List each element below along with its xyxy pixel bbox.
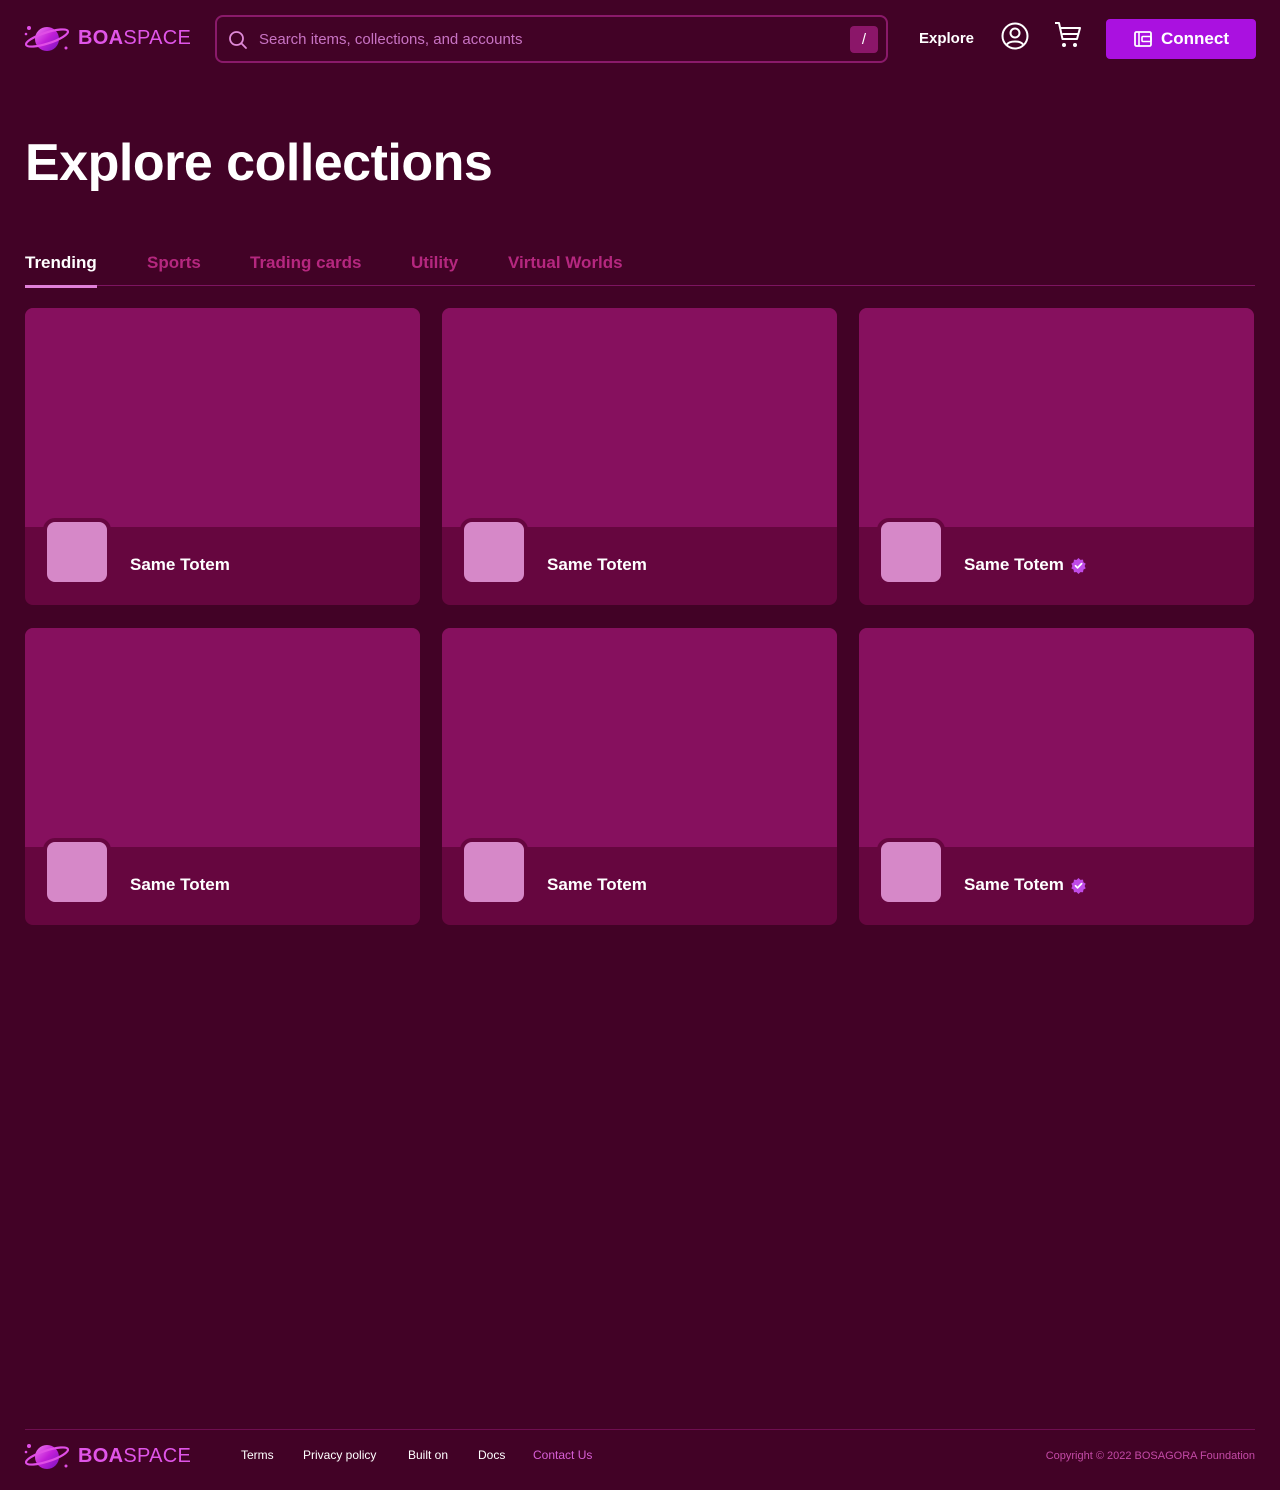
search-shortcut-key: /: [850, 26, 878, 53]
collection-card[interactable]: Same Totem: [442, 308, 837, 605]
collection-name: Same Totem: [130, 555, 230, 574]
tab-trending[interactable]: Trending: [25, 252, 97, 288]
search-icon: [229, 31, 247, 49]
collection-banner-image: [442, 308, 837, 527]
collection-avatar: [877, 838, 945, 906]
collection-avatar: [877, 518, 945, 586]
tab-sports[interactable]: Sports: [147, 252, 201, 285]
wallet-icon: [1134, 31, 1152, 47]
top-nav-bar: BOASPACE / Explore Connect: [0, 0, 1280, 78]
collection-banner-image: [859, 308, 1254, 527]
collection-card[interactable]: Same Totem: [25, 308, 420, 605]
collection-name: Same Totem: [964, 874, 1087, 896]
connect-wallet-button[interactable]: Connect: [1106, 19, 1256, 59]
account-icon[interactable]: [1000, 21, 1030, 51]
connect-label: Connect: [1161, 29, 1229, 48]
brand-wordmark: BOASPACE: [78, 27, 192, 49]
collection-name: Same Totem: [547, 875, 647, 894]
verified-badge-icon: [1071, 877, 1086, 894]
collection-name: Same Totem: [547, 555, 647, 574]
collection-card[interactable]: Same Totem: [25, 628, 420, 925]
collection-name: Same Totem: [130, 875, 230, 894]
collection-avatar: [43, 518, 111, 586]
search-bar: /: [215, 15, 888, 63]
collection-avatar: [460, 518, 528, 586]
page-title: Explore collections: [25, 134, 493, 192]
tab-utility[interactable]: Utility: [411, 252, 458, 285]
collection-banner-image: [859, 628, 1254, 847]
collection-card[interactable]: Same Totem: [859, 628, 1254, 925]
collection-name: Same Totem: [964, 554, 1087, 576]
footer-link-docs[interactable]: Docs: [478, 1447, 505, 1463]
collection-banner-image: [25, 308, 420, 527]
nav-explore-link[interactable]: Explore: [919, 29, 974, 49]
footer-link-privacy-policy[interactable]: Privacy policy: [303, 1447, 376, 1463]
planet-logo-icon: [24, 26, 70, 51]
footer-brand-logo[interactable]: BOASPACE: [24, 1440, 191, 1472]
footer-link-terms[interactable]: Terms: [241, 1447, 274, 1463]
verified-badge-icon: [1071, 557, 1086, 574]
footer-divider: [25, 1429, 1255, 1430]
collection-avatar: [460, 838, 528, 906]
brand-logo[interactable]: BOASPACE: [24, 22, 191, 54]
tab-virtual-worlds[interactable]: Virtual Worlds: [508, 252, 623, 285]
tab-trading-cards[interactable]: Trading cards: [250, 252, 361, 285]
footer-link-built-on[interactable]: Built on: [408, 1447, 448, 1463]
collection-avatar: [43, 838, 111, 906]
brand-wordmark: BOASPACE: [78, 1445, 192, 1467]
collection-banner-image: [25, 628, 420, 847]
copyright-text: Copyright © 2022 BOSAGORA Foundation: [1045, 1450, 1255, 1462]
category-tabs: Trending Sports Trading cards Utility Vi…: [25, 250, 1255, 288]
search-input[interactable]: [259, 27, 839, 51]
collection-banner-image: [442, 628, 837, 847]
collection-card[interactable]: Same Totem: [859, 308, 1254, 605]
cart-icon[interactable]: [1053, 20, 1083, 50]
planet-logo-icon: [24, 1444, 70, 1469]
footer-link-contact-us[interactable]: Contact Us: [533, 1447, 592, 1463]
collection-card[interactable]: Same Totem: [442, 628, 837, 925]
